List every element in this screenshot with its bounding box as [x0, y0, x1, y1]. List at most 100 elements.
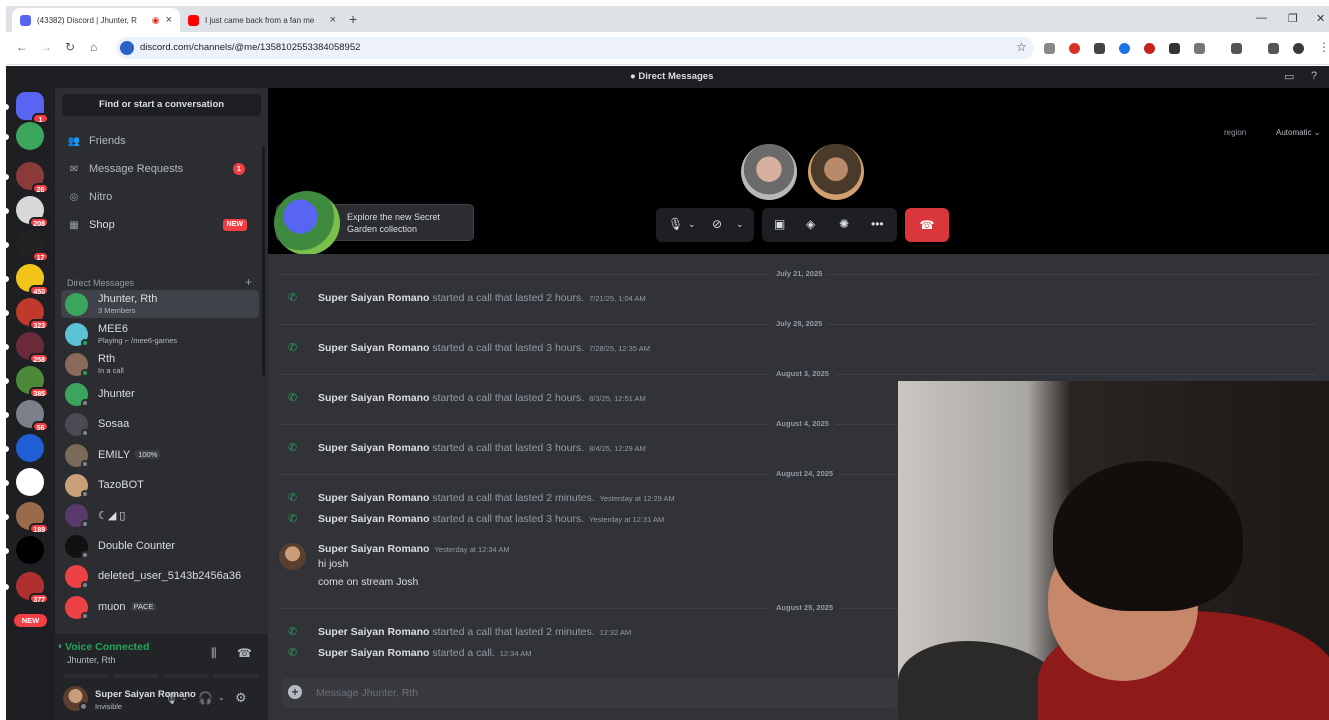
- bookmark-star-icon[interactable]: ☆: [1016, 40, 1027, 54]
- new-tab-icon[interactable]: +: [349, 11, 357, 27]
- dm-item[interactable]: MEE6 Playing ⌐ /mee6-games: [61, 320, 259, 348]
- message-input[interactable]: [316, 684, 876, 702]
- message-author[interactable]: Super Saiyan Romano: [318, 626, 429, 638]
- server-icon[interactable]: 377: [6, 572, 49, 604]
- server-icon[interactable]: [6, 536, 44, 564]
- dm-item[interactable]: ☾◢ ▯: [61, 501, 259, 529]
- dm-item[interactable]: Sosaa: [61, 410, 259, 438]
- server-icon[interactable]: [6, 122, 44, 150]
- dm-name-text: Rth: [98, 353, 116, 365]
- dm-item[interactable]: deleted_user_5143b2456a36: [61, 562, 259, 590]
- dm-item[interactable]: muon PACE: [61, 593, 259, 621]
- chevron-down-icon[interactable]: ⌄: [736, 219, 744, 230]
- extension-icon[interactable]: [1094, 43, 1105, 54]
- home-icon[interactable]: ⌂: [90, 40, 97, 54]
- message-author[interactable]: Super Saiyan Romano: [318, 442, 429, 454]
- server-icon[interactable]: 56: [6, 400, 49, 432]
- extensions-puzzle-icon[interactable]: [1194, 43, 1205, 54]
- address-bar[interactable]: discord.com/channels/@me/135810255338405…: [116, 37, 1034, 59]
- message-author[interactable]: Super Saiyan Romano: [318, 543, 429, 555]
- message-author[interactable]: Super Saiyan Romano: [318, 392, 429, 404]
- forward-icon[interactable]: →: [40, 40, 52, 54]
- voice-channel-name[interactable]: Jhunter, Rth: [67, 655, 116, 665]
- message-avatar[interactable]: [279, 543, 306, 570]
- phone-icon: ✆: [288, 492, 298, 504]
- extension-icon[interactable]: [1169, 43, 1180, 54]
- nav-friends[interactable]: 👥 Friends: [61, 128, 257, 154]
- call-participant-avatar[interactable]: [741, 144, 797, 200]
- extension-icon[interactable]: [1044, 43, 1055, 54]
- settings-gear-icon[interactable]: ⚙: [235, 690, 247, 706]
- mention-badge: 323: [29, 319, 49, 330]
- browser-menu-icon[interactable]: ⋮: [1318, 40, 1329, 54]
- nav-shop[interactable]: ▦ Shop NEW: [61, 212, 257, 238]
- close-tab-icon[interactable]: ×: [166, 14, 172, 26]
- close-tab-icon[interactable]: ×: [330, 14, 336, 26]
- nav-message-requests[interactable]: ✉ Message Requests 1: [61, 156, 257, 182]
- message-author[interactable]: Super Saiyan Romano: [318, 342, 429, 354]
- back-icon[interactable]: ←: [16, 40, 28, 54]
- server-icon[interactable]: 323: [6, 298, 49, 330]
- sidebar-scrollbar[interactable]: [262, 146, 265, 376]
- server-icon[interactable]: [6, 434, 44, 462]
- browser-tab-youtube[interactable]: I just came back from a fan me ×: [180, 8, 344, 32]
- dm-item[interactable]: TazoBOT: [61, 471, 259, 499]
- headphones-icon[interactable]: 🎧: [198, 691, 213, 705]
- dm-item[interactable]: Jhunter: [61, 380, 259, 408]
- inbox-icon[interactable]: ▭: [1284, 70, 1294, 83]
- noise-suppression-icon[interactable]: ⫼: [211, 646, 217, 661]
- add-attachment-icon[interactable]: +: [288, 685, 302, 699]
- reload-icon[interactable]: ↻: [65, 40, 75, 54]
- media-icon[interactable]: [1268, 43, 1279, 54]
- microphone-icon[interactable]: 🎙: [668, 217, 683, 231]
- chevron-down-icon[interactable]: ⌄: [218, 693, 225, 702]
- extension-icon[interactable]: [1119, 43, 1130, 54]
- dm-item[interactable]: EMILY 100%: [61, 441, 259, 469]
- server-icon[interactable]: 450: [6, 264, 49, 296]
- server-icon[interactable]: 26: [6, 162, 49, 194]
- chevron-down-icon[interactable]: ⌄: [688, 219, 696, 230]
- nav-nitro[interactable]: ◎ Nitro: [61, 184, 257, 210]
- create-dm-icon[interactable]: +: [245, 275, 252, 289]
- message-author[interactable]: Super Saiyan Romano: [318, 513, 429, 525]
- message-author[interactable]: Super Saiyan Romano: [318, 492, 429, 504]
- disconnect-icon[interactable]: ☎: [237, 646, 252, 660]
- browser-tab-discord[interactable]: (43382) Discord | Jhunter, R ◉ ×: [12, 8, 180, 32]
- cast-icon[interactable]: [1231, 43, 1242, 54]
- dm-item[interactable]: Jhunter, Rth 3 Members: [61, 290, 259, 318]
- camera-off-icon[interactable]: ⊘: [712, 217, 722, 231]
- minimize-icon[interactable]: —: [1256, 12, 1267, 24]
- hang-up-button[interactable]: ☎: [905, 208, 949, 242]
- soundboard-icon[interactable]: ✺: [839, 217, 849, 231]
- server-icon[interactable]: 1: [6, 92, 49, 124]
- voice-status[interactable]: Voice Connected: [65, 641, 149, 653]
- more-options-icon[interactable]: •••: [871, 217, 884, 231]
- server-icon[interactable]: 385: [6, 366, 49, 398]
- message-author[interactable]: Super Saiyan Romano: [318, 647, 429, 659]
- call-participant-avatar[interactable]: [808, 144, 864, 200]
- close-window-icon[interactable]: ✕: [1316, 12, 1325, 25]
- server-icon[interactable]: [6, 468, 44, 496]
- server-icon[interactable]: 17: [6, 230, 49, 262]
- dm-item[interactable]: Rth In a call: [61, 350, 259, 378]
- server-icon[interactable]: 189: [6, 502, 49, 534]
- adblock-icon[interactable]: [1069, 43, 1080, 54]
- site-info-icon[interactable]: [120, 41, 134, 55]
- server-icon[interactable]: 208: [6, 196, 49, 228]
- microphone-icon[interactable]: 🎙: [164, 692, 178, 705]
- dm-item[interactable]: Double Counter: [61, 532, 259, 560]
- help-icon[interactable]: ?: [1311, 70, 1317, 82]
- profile-avatar[interactable]: [1293, 43, 1304, 54]
- chevron-down-icon[interactable]: ⌄: [181, 693, 188, 702]
- maximize-icon[interactable]: ❐: [1288, 12, 1298, 25]
- find-conversation-button[interactable]: Find or start a conversation: [62, 94, 261, 116]
- extension-icon[interactable]: [1144, 43, 1155, 54]
- server-icon[interactable]: 258: [6, 332, 49, 364]
- recording-icon: ◉: [151, 14, 160, 25]
- region-select[interactable]: Automatic ⌄: [1276, 128, 1321, 137]
- share-screen-icon[interactable]: ▣: [774, 217, 785, 231]
- activity-icon[interactable]: ◈: [806, 217, 815, 231]
- secret-garden-promo[interactable]: Explore the new Secret Garden collection: [274, 191, 474, 255]
- new-servers-pill[interactable]: NEW: [14, 614, 47, 627]
- message-author[interactable]: Super Saiyan Romano: [318, 292, 429, 304]
